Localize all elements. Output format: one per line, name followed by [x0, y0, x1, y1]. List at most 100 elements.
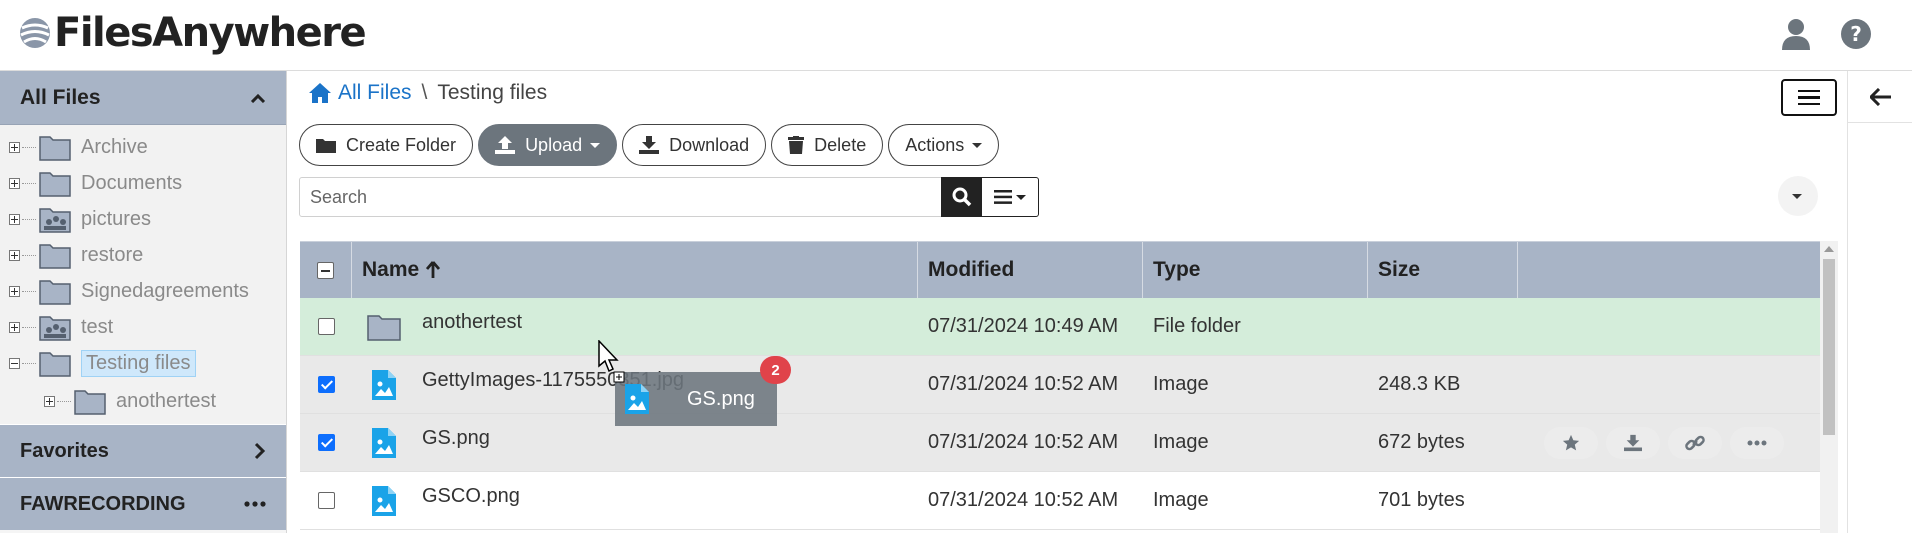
table-row[interactable]: GSCO.png 07/31/2024 10:52 AM Image 701 b…	[300, 472, 1820, 530]
user-account-icon[interactable]	[1776, 14, 1816, 54]
tree-item-signedagreements[interactable]: Signedagreements	[9, 274, 249, 308]
column-name[interactable]: Name	[352, 242, 918, 298]
column-type[interactable]: Type	[1143, 242, 1368, 298]
file-type: File folder	[1153, 315, 1241, 337]
file-name[interactable]: anothertest	[422, 311, 522, 334]
chevron-up-icon[interactable]	[250, 93, 266, 103]
sidebar: All Files Archive Documents pictures res…	[0, 71, 287, 533]
image-file-icon	[372, 369, 396, 400]
more-options-button[interactable]	[1730, 426, 1784, 459]
file-name[interactable]: GS.png	[422, 427, 490, 450]
row-checkbox[interactable]	[317, 376, 335, 393]
tree-item-test[interactable]: test	[9, 310, 113, 344]
ellipsis-icon	[1747, 440, 1767, 445]
favorite-button[interactable]	[1544, 426, 1598, 459]
brand-logo[interactable]: FilesAnywhere	[18, 10, 367, 56]
help-icon[interactable]: ?	[1836, 14, 1876, 54]
breadcrumb-current: Testing files	[437, 81, 548, 104]
file-size: 248.3 KB	[1378, 373, 1461, 395]
delete-button[interactable]: Delete	[771, 124, 884, 166]
expand-icon[interactable]	[9, 249, 20, 261]
photo-folder-icon	[39, 208, 71, 233]
table-row[interactable]: GettyImages-1175550351.jpg 07/31/2024 10…	[300, 356, 1820, 414]
chevron-right-icon[interactable]	[254, 442, 266, 460]
actions-button[interactable]: Actions	[888, 124, 1000, 166]
collapse-panel-button[interactable]	[1848, 71, 1912, 123]
file-size: 672 bytes	[1378, 431, 1465, 453]
search-button[interactable]	[941, 177, 982, 217]
tree-item-archive[interactable]: Archive	[9, 130, 148, 164]
row-checkbox[interactable]	[317, 434, 335, 451]
table-scrollbar[interactable]	[1820, 241, 1838, 533]
download-icon	[639, 136, 660, 154]
image-file-icon	[372, 485, 396, 516]
ellipsis-icon[interactable]	[244, 501, 266, 507]
expand-icon[interactable]	[9, 213, 20, 225]
image-file-icon	[625, 384, 649, 414]
caret-down-icon	[1016, 194, 1026, 200]
download-button[interactable]: Download	[622, 124, 767, 166]
folder-icon	[39, 244, 71, 269]
scroll-up-arrow-icon[interactable]	[1824, 246, 1834, 252]
download-file-button[interactable]	[1606, 426, 1660, 459]
file-size	[1368, 298, 1518, 355]
file-modified: 07/31/2024 10:49 AM	[928, 315, 1119, 337]
table-row[interactable]: anothertest 07/31/2024 10:49 AM File fol…	[300, 298, 1820, 356]
collapse-icon[interactable]	[9, 357, 20, 369]
fawrecording-label: FAWRECORDING	[20, 492, 186, 515]
scroll-thumb[interactable]	[1823, 259, 1835, 435]
tree-item-restore[interactable]: restore	[9, 238, 143, 272]
file-modified: 07/31/2024 10:52 AM	[928, 431, 1119, 453]
list-icon	[994, 190, 1012, 204]
breadcrumb-home[interactable]: All Files	[308, 81, 412, 105]
collapse-toggle-button[interactable]	[1778, 176, 1818, 216]
upload-button[interactable]: Upload	[478, 124, 618, 166]
expand-icon[interactable]	[9, 141, 20, 153]
fawrecording-section[interactable]: FAWRECORDING	[0, 477, 286, 530]
column-size[interactable]: Size	[1368, 242, 1518, 298]
hamburger-menu-button[interactable]	[1781, 79, 1837, 116]
file-type: Image	[1153, 431, 1209, 453]
search-icon	[952, 187, 971, 207]
tree-item-pictures[interactable]: pictures	[9, 202, 151, 236]
link-icon	[1685, 435, 1705, 450]
trash-icon	[788, 136, 805, 154]
share-link-button[interactable]	[1668, 426, 1722, 459]
image-file-icon	[372, 427, 396, 458]
arrow-left-icon	[1869, 87, 1891, 106]
tree-item-testing-files[interactable]: Testing files	[9, 346, 196, 380]
file-name[interactable]: GSCO.png	[422, 485, 520, 508]
mouse-cursor-icon	[598, 340, 625, 383]
view-options-button[interactable]	[981, 177, 1039, 217]
column-modified[interactable]: Modified	[918, 242, 1143, 298]
breadcrumb-separator: \	[421, 81, 428, 104]
folder-tree: Archive Documents pictures restore Signe…	[0, 125, 286, 424]
row-actions	[1528, 426, 1784, 459]
upload-icon	[495, 136, 516, 154]
column-actions	[1518, 242, 1820, 298]
caret-down-icon	[590, 142, 601, 148]
all-files-header[interactable]: All Files	[0, 71, 286, 125]
tree-item-documents[interactable]: Documents	[9, 166, 182, 200]
expand-icon[interactable]	[9, 285, 20, 297]
sort-ascending-icon	[426, 261, 441, 278]
folder-icon	[39, 172, 71, 197]
table-row[interactable]: GS.png 07/31/2024 10:52 AM Image 672 byt…	[300, 414, 1820, 472]
row-checkbox[interactable]	[317, 492, 335, 509]
drag-count-badge: 2	[760, 356, 791, 384]
toolbar: Create Folder Upload Download Delete Act…	[299, 124, 1000, 166]
create-folder-button[interactable]: Create Folder	[299, 124, 474, 166]
file-modified: 07/31/2024 10:52 AM	[928, 373, 1119, 395]
row-checkbox[interactable]	[317, 318, 335, 335]
folder-icon	[74, 390, 106, 415]
expand-icon[interactable]	[9, 321, 20, 333]
tree-item-anothertest[interactable]: anothertest	[44, 384, 216, 418]
favorites-section[interactable]: Favorites	[0, 424, 286, 477]
search-input[interactable]	[299, 177, 954, 217]
expand-icon[interactable]	[44, 395, 55, 407]
folder-icon	[39, 352, 71, 377]
caret-down-icon	[1792, 193, 1802, 199]
file-modified: 07/31/2024 10:52 AM	[928, 489, 1119, 511]
select-all-checkbox[interactable]	[317, 261, 334, 279]
expand-icon[interactable]	[9, 177, 20, 189]
